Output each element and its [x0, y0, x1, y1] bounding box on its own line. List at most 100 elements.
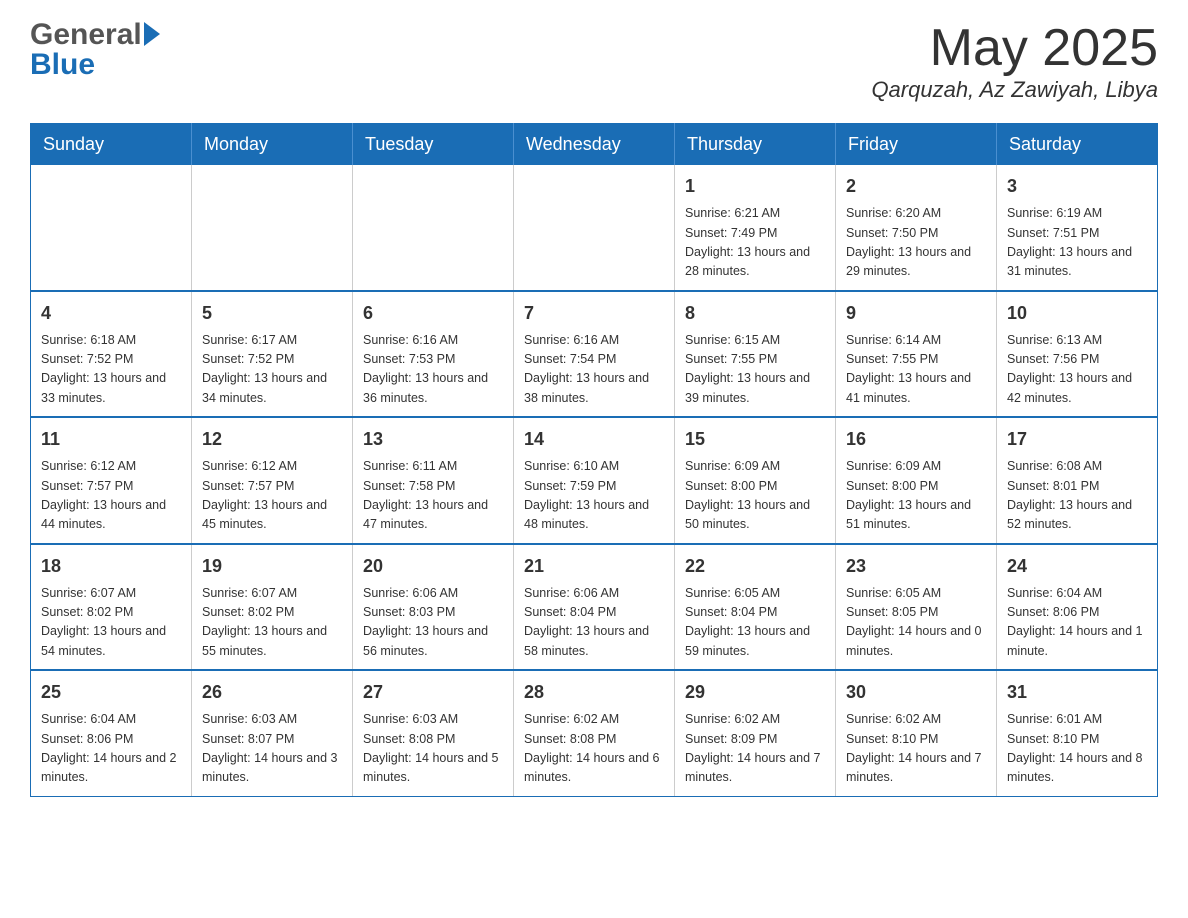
table-row: 20 Sunrise: 6:06 AMSunset: 8:03 PMDayligh…	[353, 544, 514, 671]
day-info: Sunrise: 6:05 AMSunset: 8:04 PMDaylight:…	[685, 584, 825, 662]
logo-blue-text: Blue	[30, 50, 160, 80]
day-number: 29	[685, 679, 825, 706]
day-info: Sunrise: 6:04 AMSunset: 8:06 PMDaylight:…	[41, 710, 181, 788]
table-row: 22 Sunrise: 6:05 AMSunset: 8:04 PMDayligh…	[675, 544, 836, 671]
day-info: Sunrise: 6:16 AMSunset: 7:53 PMDaylight:…	[363, 331, 503, 409]
day-info: Sunrise: 6:09 AMSunset: 8:00 PMDaylight:…	[846, 457, 986, 535]
table-row: 4 Sunrise: 6:18 AMSunset: 7:52 PMDaylight…	[31, 291, 192, 418]
table-row: 16 Sunrise: 6:09 AMSunset: 8:00 PMDayligh…	[836, 417, 997, 544]
table-row: 1Sunrise: 6:21 AMSunset: 7:49 PMDaylight…	[675, 165, 836, 291]
day-number: 31	[1007, 679, 1147, 706]
day-number: 2	[846, 173, 986, 200]
day-number: 21	[524, 553, 664, 580]
day-number: 18	[41, 553, 181, 580]
day-number: 4	[41, 300, 181, 327]
header-thursday: Thursday	[675, 124, 836, 166]
table-row: 19 Sunrise: 6:07 AMSunset: 8:02 PMDayligh…	[192, 544, 353, 671]
title-section: May 2025 Qarquzah, Az Zawiyah, Libya	[871, 20, 1158, 103]
day-info: Sunrise: 6:06 AMSunset: 8:03 PMDaylight:…	[363, 584, 503, 662]
day-number: 5	[202, 300, 342, 327]
table-row: 27Sunrise: 6:03 AMSunset: 8:08 PMDayligh…	[353, 670, 514, 796]
day-info: Sunrise: 6:07 AMSunset: 8:02 PMDaylight:…	[41, 584, 181, 662]
day-info: Sunrise: 6:11 AMSunset: 7:58 PMDaylight:…	[363, 457, 503, 535]
calendar-week-row: 1Sunrise: 6:21 AMSunset: 7:49 PMDaylight…	[31, 165, 1158, 291]
header-wednesday: Wednesday	[514, 124, 675, 166]
header-friday: Friday	[836, 124, 997, 166]
day-number: 6	[363, 300, 503, 327]
day-number: 26	[202, 679, 342, 706]
day-number: 17	[1007, 426, 1147, 453]
header-sunday: Sunday	[31, 124, 192, 166]
weekday-header-row: Sunday Monday Tuesday Wednesday Thursday…	[31, 124, 1158, 166]
table-row: 14 Sunrise: 6:10 AMSunset: 7:59 PMDayligh…	[514, 417, 675, 544]
day-number: 30	[846, 679, 986, 706]
table-row: 18 Sunrise: 6:07 AMSunset: 8:02 PMDayligh…	[31, 544, 192, 671]
day-info: Sunrise: 6:18 AMSunset: 7:52 PMDaylight:…	[41, 331, 181, 409]
day-info: Sunrise: 6:06 AMSunset: 8:04 PMDaylight:…	[524, 584, 664, 662]
table-row: 21 Sunrise: 6:06 AMSunset: 8:04 PMDayligh…	[514, 544, 675, 671]
table-row: 9 Sunrise: 6:14 AMSunset: 7:55 PMDaylight…	[836, 291, 997, 418]
day-info: Sunrise: 6:14 AMSunset: 7:55 PMDaylight:…	[846, 331, 986, 409]
day-info: Sunrise: 6:12 AMSunset: 7:57 PMDaylight:…	[202, 457, 342, 535]
day-info: Sunrise: 6:02 AMSunset: 8:10 PMDaylight:…	[846, 710, 986, 788]
location-subtitle: Qarquzah, Az Zawiyah, Libya	[871, 77, 1158, 103]
day-number: 7	[524, 300, 664, 327]
header-tuesday: Tuesday	[353, 124, 514, 166]
day-info: Sunrise: 6:04 AMSunset: 8:06 PMDaylight:…	[1007, 584, 1147, 662]
day-info: Sunrise: 6:21 AMSunset: 7:49 PMDaylight:…	[685, 204, 825, 282]
day-info: Sunrise: 6:13 AMSunset: 7:56 PMDaylight:…	[1007, 331, 1147, 409]
day-info: Sunrise: 6:12 AMSunset: 7:57 PMDaylight:…	[41, 457, 181, 535]
logo-general-text: General	[30, 20, 142, 50]
table-row: 25Sunrise: 6:04 AMSunset: 8:06 PMDayligh…	[31, 670, 192, 796]
day-info: Sunrise: 6:02 AMSunset: 8:08 PMDaylight:…	[524, 710, 664, 788]
day-number: 22	[685, 553, 825, 580]
header-monday: Monday	[192, 124, 353, 166]
table-row: 12 Sunrise: 6:12 AMSunset: 7:57 PMDayligh…	[192, 417, 353, 544]
day-number: 19	[202, 553, 342, 580]
day-number: 10	[1007, 300, 1147, 327]
day-info: Sunrise: 6:02 AMSunset: 8:09 PMDaylight:…	[685, 710, 825, 788]
table-row: 30 Sunrise: 6:02 AMSunset: 8:10 PMDayligh…	[836, 670, 997, 796]
page-header: General Blue May 2025 Qarquzah, Az Zawiy…	[30, 20, 1158, 103]
table-row: 24 Sunrise: 6:04 AMSunset: 8:06 PMDayligh…	[997, 544, 1158, 671]
day-info: Sunrise: 6:17 AMSunset: 7:52 PMDaylight:…	[202, 331, 342, 409]
day-number: 24	[1007, 553, 1147, 580]
day-number: 9	[846, 300, 986, 327]
day-number: 15	[685, 426, 825, 453]
table-row: 26 Sunrise: 6:03 AMSunset: 8:07 PMDayligh…	[192, 670, 353, 796]
day-number: 20	[363, 553, 503, 580]
calendar-table: Sunday Monday Tuesday Wednesday Thursday…	[30, 123, 1158, 797]
calendar-week-row: 11Sunrise: 6:12 AMSunset: 7:57 PMDayligh…	[31, 417, 1158, 544]
day-number: 16	[846, 426, 986, 453]
day-info: Sunrise: 6:03 AMSunset: 8:07 PMDaylight:…	[202, 710, 342, 788]
day-number: 12	[202, 426, 342, 453]
logo-arrow-icon	[144, 22, 160, 46]
table-row: 2Sunrise: 6:20 AMSunset: 7:50 PMDaylight…	[836, 165, 997, 291]
calendar-body: 1Sunrise: 6:21 AMSunset: 7:49 PMDaylight…	[31, 165, 1158, 796]
day-info: Sunrise: 6:19 AMSunset: 7:51 PMDaylight:…	[1007, 204, 1147, 282]
day-number: 28	[524, 679, 664, 706]
day-info: Sunrise: 6:01 AMSunset: 8:10 PMDaylight:…	[1007, 710, 1147, 788]
table-row: 13Sunrise: 6:11 AMSunset: 7:58 PMDayligh…	[353, 417, 514, 544]
table-row: 7 Sunrise: 6:16 AMSunset: 7:54 PMDaylight…	[514, 291, 675, 418]
day-number: 27	[363, 679, 503, 706]
table-row: 17Sunrise: 6:08 AMSunset: 8:01 PMDayligh…	[997, 417, 1158, 544]
table-row: 31 Sunrise: 6:01 AMSunset: 8:10 PMDayligh…	[997, 670, 1158, 796]
header-saturday: Saturday	[997, 124, 1158, 166]
table-row: 29 Sunrise: 6:02 AMSunset: 8:09 PMDayligh…	[675, 670, 836, 796]
logo: General Blue	[30, 20, 160, 80]
table-row: 6 Sunrise: 6:16 AMSunset: 7:53 PMDaylight…	[353, 291, 514, 418]
calendar-week-row: 25Sunrise: 6:04 AMSunset: 8:06 PMDayligh…	[31, 670, 1158, 796]
day-number: 14	[524, 426, 664, 453]
table-row: 3 Sunrise: 6:19 AMSunset: 7:51 PMDaylight…	[997, 165, 1158, 291]
day-info: Sunrise: 6:10 AMSunset: 7:59 PMDaylight:…	[524, 457, 664, 535]
calendar-week-row: 18 Sunrise: 6:07 AMSunset: 8:02 PMDayligh…	[31, 544, 1158, 671]
day-info: Sunrise: 6:15 AMSunset: 7:55 PMDaylight:…	[685, 331, 825, 409]
table-row: 8 Sunrise: 6:15 AMSunset: 7:55 PMDaylight…	[675, 291, 836, 418]
table-row: 11Sunrise: 6:12 AMSunset: 7:57 PMDayligh…	[31, 417, 192, 544]
day-info: Sunrise: 6:16 AMSunset: 7:54 PMDaylight:…	[524, 331, 664, 409]
day-number: 3	[1007, 173, 1147, 200]
day-number: 23	[846, 553, 986, 580]
day-number: 8	[685, 300, 825, 327]
day-info: Sunrise: 6:07 AMSunset: 8:02 PMDaylight:…	[202, 584, 342, 662]
